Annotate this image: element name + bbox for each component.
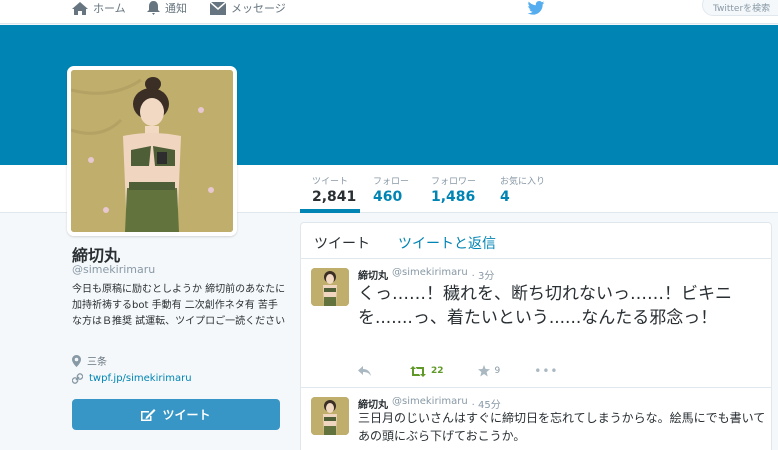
location-pin-icon xyxy=(72,354,81,367)
favorite-count: 9 xyxy=(494,366,501,376)
tweet-text: くっ……！穢れを、断ち切れないっ……！ビキニを.......っ、着たいという..… xyxy=(358,284,732,328)
reply-action[interactable] xyxy=(358,366,376,376)
tab-tweets-and-replies[interactable]: ツイートと返信 xyxy=(398,233,496,253)
search-input[interactable]: Twitterを検索 xyxy=(702,0,778,16)
nav-notifications-label: 通知 xyxy=(165,2,187,15)
stat-following-value: 460 xyxy=(373,189,403,205)
timeline: ツイート ツイートと返信 締切丸 @simekirimaru · 3分 くっ……… xyxy=(300,222,772,450)
profile-url[interactable]: twpf.jp/simekirimaru xyxy=(72,373,192,384)
stat-favorites[interactable]: お気に入り 4 xyxy=(500,174,545,205)
tweet-actions: 22 9 ••• xyxy=(358,364,593,378)
top-navigation-bar: ホーム 通知 メッセージ Twitterを検索 xyxy=(0,0,778,24)
more-action[interactable]: ••• xyxy=(534,364,558,378)
tab-tweets[interactable]: ツイート xyxy=(314,233,370,253)
compose-tweet-label: ツイート xyxy=(162,408,211,422)
tweet-timestamp[interactable]: · 3分 xyxy=(472,267,495,282)
tweet-avatar[interactable] xyxy=(311,268,349,306)
bell-icon xyxy=(147,1,160,15)
tweet-author-handle[interactable]: @simekirimaru xyxy=(392,267,468,282)
profile-avatar[interactable] xyxy=(67,66,237,236)
active-stat-underline xyxy=(300,209,360,213)
twitter-bird-logo[interactable] xyxy=(527,0,545,19)
link-icon xyxy=(72,373,83,384)
tweet-avatar-illustration xyxy=(311,268,349,306)
nav-messages[interactable]: メッセージ xyxy=(210,0,286,16)
nav-home[interactable]: ホーム xyxy=(72,0,126,16)
envelope-icon xyxy=(210,1,226,15)
compose-icon xyxy=(141,409,156,421)
profile-location: 三条 xyxy=(72,353,107,368)
tweet-header: 締切丸 @simekirimaru · 3分 xyxy=(358,267,494,282)
favorite-action[interactable]: 9 xyxy=(477,365,501,377)
compose-tweet-button[interactable]: ツイート xyxy=(72,399,280,430)
tweet-text: 三日月のじいさんはすぐに締切日を忘れてしまうからな。絵馬にでも書いてあの頭にぶら… xyxy=(358,411,766,443)
stat-followers-label: フォロワー xyxy=(431,177,477,187)
reply-icon xyxy=(358,366,371,376)
stat-favorites-value: 4 xyxy=(500,189,510,205)
tweet-avatar[interactable] xyxy=(311,397,349,435)
profile-url-text[interactable]: twpf.jp/simekirimaru xyxy=(89,373,192,384)
twitter-bird-icon xyxy=(527,1,545,15)
stat-tweets-value: 2,841 xyxy=(312,189,357,205)
nav-messages-label: メッセージ xyxy=(231,2,286,15)
stat-favorites-label: お気に入り xyxy=(500,177,546,187)
stat-followers[interactable]: フォロワー 1,486 xyxy=(431,174,476,205)
nav-home-label: ホーム xyxy=(93,2,126,15)
more-icon: ••• xyxy=(534,364,559,378)
stat-followers-value: 1,486 xyxy=(431,189,476,205)
profile-handle[interactable]: @simekirimaru xyxy=(72,263,155,276)
star-icon xyxy=(477,365,490,377)
avatar-illustration xyxy=(71,70,233,232)
stat-tweets[interactable]: ツイート 2,841 xyxy=(312,174,356,205)
retweet-icon xyxy=(410,365,426,377)
retweet-action[interactable]: 22 xyxy=(410,365,444,377)
profile-location-text: 三条 xyxy=(87,357,107,368)
nav-notifications[interactable]: 通知 xyxy=(147,0,187,16)
retweet-count: 22 xyxy=(431,366,444,376)
tweet-item[interactable]: 締切丸 @simekirimaru · 3分 くっ……！穢れを、断ち切れないっ…… xyxy=(301,260,771,388)
tweet-item[interactable]: 締切丸 @simekirimaru · 45分 三日月のじいさんはすぐに締切日を… xyxy=(301,389,771,450)
stat-following[interactable]: フォロー 460 xyxy=(373,174,409,205)
timeline-tabs: ツイート ツイートと返信 xyxy=(301,223,771,259)
stat-following-label: フォロー xyxy=(373,177,410,187)
profile-bio: 今日も原稿に励むとしようか 締切前のあなたに加持祈祷するbot 手動有 二次創作… xyxy=(72,284,286,327)
tweet-author-name[interactable]: 締切丸 xyxy=(358,267,388,282)
tweet-avatar-illustration xyxy=(311,397,349,435)
stat-tweets-label: ツイート xyxy=(312,177,349,187)
home-icon xyxy=(72,1,88,15)
